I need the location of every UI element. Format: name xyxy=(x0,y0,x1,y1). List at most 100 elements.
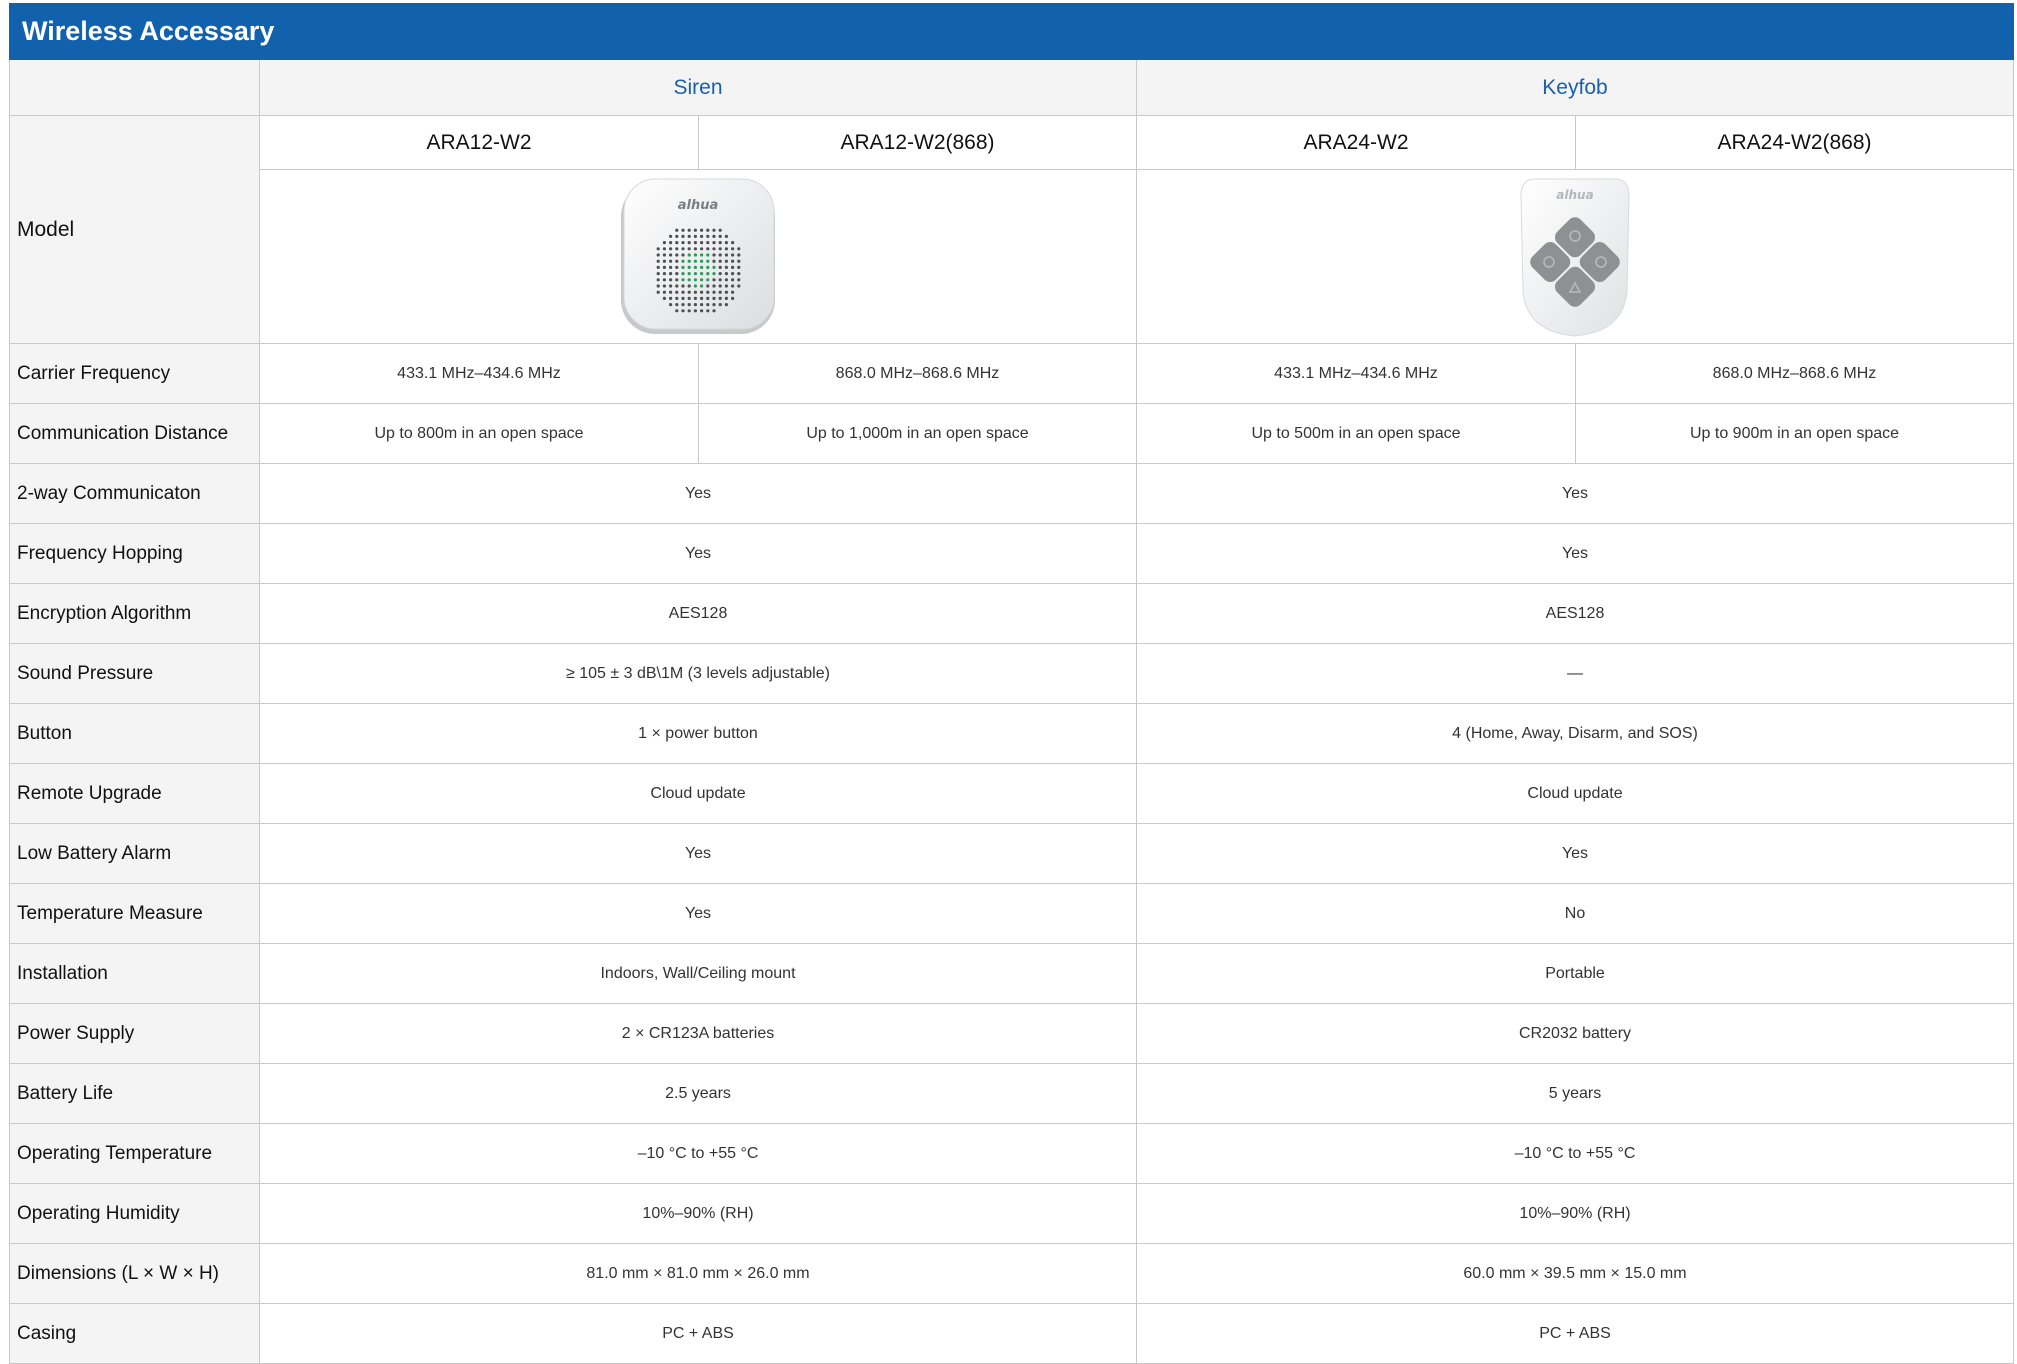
spec-row: Power Supply 2 × CR123A batteries CR2032 b… xyxy=(9,1003,2014,1064)
siren-value: Cloud update xyxy=(259,763,1137,824)
spec-label: Operating Humidity xyxy=(9,1183,260,1244)
grille-dot xyxy=(718,252,722,257)
grille-dot xyxy=(724,290,728,294)
grille-dot xyxy=(706,283,710,288)
category-siren: Siren xyxy=(259,59,1137,116)
category-row: Siren Keyfob xyxy=(9,59,2014,116)
grille-dot xyxy=(675,296,679,300)
grille-dot xyxy=(737,265,741,269)
grille-dot xyxy=(693,246,697,250)
spec-label: Temperature Measure xyxy=(9,883,260,944)
grille-dot xyxy=(675,234,679,238)
siren-value: 81.0 mm × 81.0 mm × 26.0 mm xyxy=(259,1243,1137,1304)
grille-dot xyxy=(731,265,735,269)
grille-dot xyxy=(712,234,716,238)
siren-value: ≥ 105 ± 3 dB\1M (3 levels adjustable) xyxy=(259,643,1137,704)
grille-dot xyxy=(712,290,716,294)
grille-dot xyxy=(681,308,685,312)
grille-dot xyxy=(718,240,722,244)
grille-dot xyxy=(712,259,716,263)
grille-dot xyxy=(669,246,673,250)
spec-label: Operating Temperature xyxy=(9,1123,260,1184)
grille-dot xyxy=(737,271,741,275)
spec-row: Casing PC + ABS PC + ABS xyxy=(9,1303,2014,1364)
spec-value: 868.0 MHz–868.6 MHz xyxy=(1575,343,2014,404)
spec-row: 2-way Communicaton Yes Yes xyxy=(9,463,2014,524)
grille-dot xyxy=(706,265,710,269)
grille-dot xyxy=(681,296,685,300)
grille-dot xyxy=(675,283,679,288)
grille-dot xyxy=(693,302,697,306)
grille-dot xyxy=(675,308,679,312)
grille-dot xyxy=(706,252,710,257)
grille-dot xyxy=(700,259,704,263)
grille-dot xyxy=(737,283,741,288)
grille-dot xyxy=(731,246,735,250)
grille-dot xyxy=(724,296,728,300)
grille-dot xyxy=(656,259,660,263)
spec-row: Operating Temperature –10 °C to +55 °C –10… xyxy=(9,1123,2014,1184)
spec-row: Encryption Algorithm AES128 AES128 xyxy=(9,583,2014,644)
grille-dot xyxy=(706,228,710,232)
grille-dot xyxy=(693,296,697,300)
siren-device-image: alhua xyxy=(621,178,775,334)
grille-dot xyxy=(706,296,710,300)
siren-value: Indoors, Wall/Ceiling mount xyxy=(259,943,1137,1004)
grille-dot xyxy=(700,277,704,281)
grille-dot xyxy=(662,265,666,269)
grille-dot xyxy=(681,290,685,294)
grille-dot xyxy=(724,277,728,281)
grille-dot xyxy=(669,259,673,263)
grille-dot xyxy=(681,259,685,263)
grille-dot xyxy=(693,308,697,312)
keyfob-value: Yes xyxy=(1136,463,2014,524)
grille-dot xyxy=(669,290,673,294)
grille-dot xyxy=(687,271,691,275)
grille-dot xyxy=(681,302,685,306)
grille-dot xyxy=(662,246,666,250)
grille-dot xyxy=(718,283,722,288)
grille-dot xyxy=(687,240,691,244)
grille-dot xyxy=(706,302,710,306)
grille-dot xyxy=(693,252,697,257)
grille-dot xyxy=(669,283,673,288)
spec-label: Remote Upgrade xyxy=(9,763,260,824)
grille-dot xyxy=(724,302,728,306)
grille-dot xyxy=(681,240,685,244)
keyfob-value: 4 (Home, Away, Disarm, and SOS) xyxy=(1136,703,2014,764)
grille-dot xyxy=(669,252,673,257)
keyfob-value: PC + ABS xyxy=(1136,1303,2014,1364)
grille-dot xyxy=(700,246,704,250)
grille-dot xyxy=(731,283,735,288)
siren-image-cell: alhua xyxy=(259,169,1137,344)
grille-dot xyxy=(693,240,697,244)
grille-dot xyxy=(662,252,666,257)
model-name: ARA24-W2 xyxy=(1136,115,1576,170)
grille-dot xyxy=(693,271,697,275)
spec-row: Remote Upgrade Cloud update Cloud update xyxy=(9,763,2014,824)
grille-dot xyxy=(675,228,679,232)
keyfob-value: Cloud update xyxy=(1136,763,2014,824)
keyfob-image-cell: alhua xyxy=(1136,169,2014,344)
grille-dot xyxy=(712,283,716,288)
keyfob-value: CR2032 battery xyxy=(1136,1003,2014,1064)
spec-row: Operating Humidity 10%–90% (RH) 10%–90% (R… xyxy=(9,1183,2014,1244)
spec-row: Communication Distance Up to 800m in an o… xyxy=(9,403,2014,464)
grille-dot xyxy=(675,271,679,275)
grille-dot xyxy=(712,308,716,312)
grille-dot xyxy=(687,265,691,269)
grille-dot xyxy=(675,252,679,257)
grille-dot xyxy=(693,290,697,294)
grille-dot xyxy=(675,246,679,250)
grille-dot xyxy=(669,240,673,244)
grille-dot xyxy=(731,277,735,281)
grille-dot xyxy=(737,259,741,263)
spec-row: Sound Pressure ≥ 105 ± 3 dB\1M (3 levels … xyxy=(9,643,2014,704)
grille-dot xyxy=(712,271,716,275)
spec-label: 2-way Communicaton xyxy=(9,463,260,524)
grille-dot xyxy=(724,234,728,238)
spec-row: Temperature Measure Yes No xyxy=(9,883,2014,944)
grille-dot xyxy=(706,240,710,244)
grille-dot xyxy=(687,296,691,300)
grille-dot xyxy=(718,302,722,306)
